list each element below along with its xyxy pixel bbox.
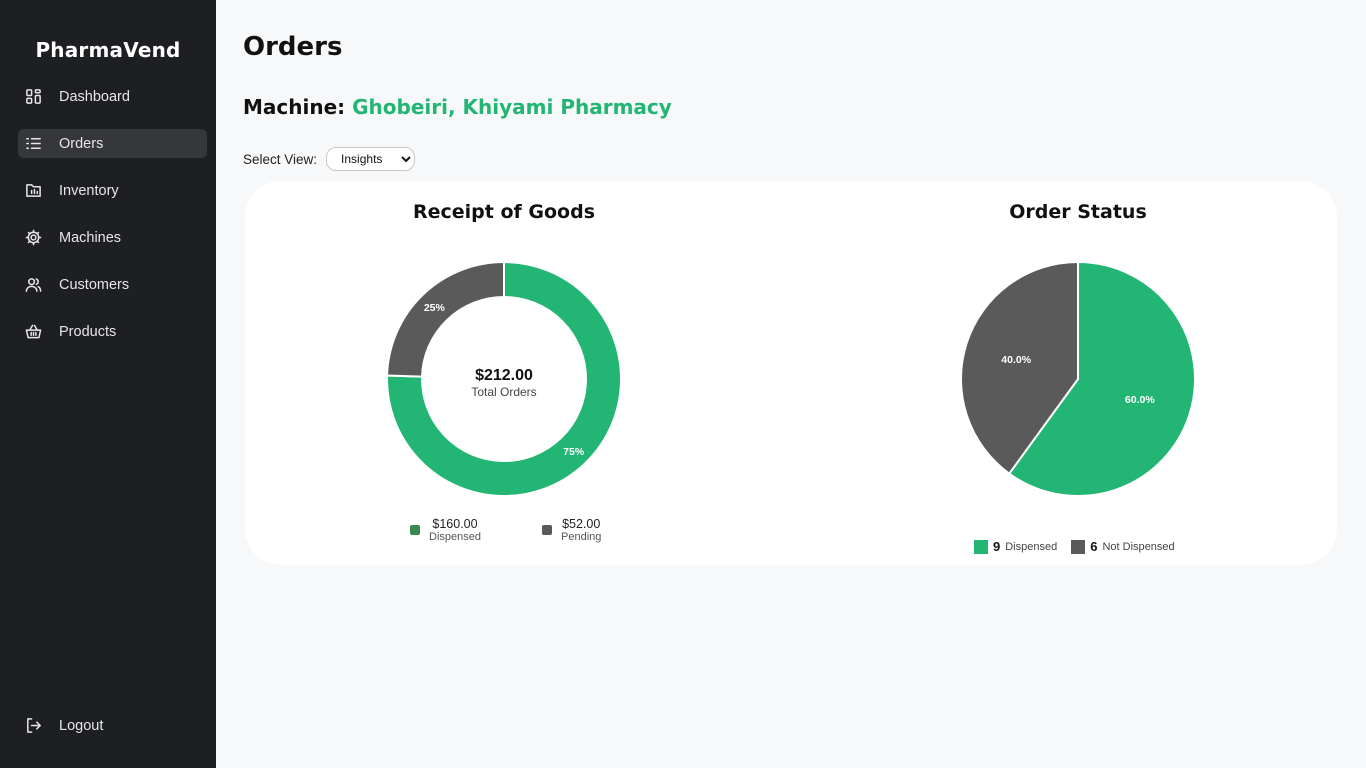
sidebar-item-customers[interactable]: Customers <box>18 270 207 299</box>
slice-label-dispensed: 60.0% <box>1125 394 1155 406</box>
select-view-label: Select View: <box>243 151 318 167</box>
charts-canvas: 75% 25% $212.00Total Orders 60.0% 40.0% <box>386 260 1196 497</box>
machine-prefix: Machine: <box>243 95 346 119</box>
select-view-row: Select View: Insights <box>243 147 416 171</box>
sidebar-item-products[interactable]: Products <box>18 317 207 346</box>
users-icon <box>24 276 42 294</box>
legend-swatch-dispensed <box>410 525 420 535</box>
legend-label-pending: Pending <box>561 531 602 544</box>
sidebar-nav: Dashboard Orders Inventory Machines Cust… <box>18 82 207 364</box>
donut-center-value: $212.00 <box>475 367 533 384</box>
legend-value-pending: $52.00 <box>562 517 601 531</box>
slice-label-not-dispensed: 40.0% <box>1001 354 1031 366</box>
legend-value-dispensed: $160.00 <box>432 517 478 531</box>
page-title: Orders <box>243 32 343 62</box>
legend-count-not-dispensed: 6 <box>1090 539 1098 554</box>
legend-swatch-dispensed <box>974 539 988 554</box>
dashboard-grid-icon <box>24 88 42 106</box>
slice-label-dispensed: 75% <box>563 446 585 458</box>
sidebar-item-inventory[interactable]: Inventory <box>18 176 207 205</box>
sidebar-item-orders[interactable]: Orders <box>18 129 207 158</box>
basket-icon <box>24 323 42 341</box>
inventory-folder-icon <box>24 182 42 200</box>
machine-heading: Machine: Ghobeiri, Khiyami Pharmacy <box>243 95 672 119</box>
order-status-legend: 9 Dispensed 6 Not Dispensed <box>974 539 1189 554</box>
legend-item-not-dispensed: 6 Not Dispensed <box>1071 539 1175 554</box>
main-content: Orders Machine: Ghobeiri, Khiyami Pharma… <box>216 0 1366 768</box>
machine-name: Ghobeiri, Khiyami Pharmacy <box>352 95 672 119</box>
sidebar-item-label: Dashboard <box>59 88 130 105</box>
legend-item-dispensed: 9 Dispensed <box>974 539 1057 554</box>
legend-swatch-not-dispensed <box>1071 539 1086 554</box>
sidebar-item-label: Inventory <box>59 182 119 199</box>
slice-label-pending: 25% <box>424 302 446 314</box>
brand-logo: PharmaVend <box>35 38 181 62</box>
sidebar-item-label: Customers <box>59 276 130 293</box>
logout-button[interactable]: Logout <box>18 711 207 740</box>
sidebar-item-label: Machines <box>59 229 122 246</box>
legend-item-pending: $52.00 Pending <box>542 517 601 544</box>
legend-item-dispensed: $160.00 Dispensed <box>410 517 481 544</box>
legend-label-not-dispensed: Not Dispensed <box>1102 540 1175 553</box>
insights-card: Receipt of Goods Order Status 75% 25% $212… <box>245 181 1337 565</box>
legend-label-dispensed: Dispensed <box>1005 540 1058 553</box>
sidebar-item-machines[interactable]: Machines <box>18 223 207 252</box>
legend-swatch-pending <box>542 525 552 535</box>
sidebar: PharmaVend Dashboard Orders Inventory Ma… <box>0 0 216 768</box>
donut-center-label: Total Orders <box>471 385 536 399</box>
logout-icon <box>24 717 42 735</box>
list-icon <box>24 135 42 153</box>
receipt-legend: $160.00 Dispensed $52.00 Pending <box>409 517 649 551</box>
sidebar-item-dashboard[interactable]: Dashboard <box>18 82 207 111</box>
select-view-dropdown[interactable]: Insights <box>326 147 416 171</box>
slice-pending <box>386 260 505 378</box>
legend-label-dispensed: Dispensed <box>429 531 481 544</box>
sidebar-item-label: Orders <box>59 135 104 152</box>
logout-label: Logout <box>59 717 104 734</box>
legend-count-dispensed: 9 <box>993 539 1001 554</box>
sidebar-item-label: Products <box>59 323 117 340</box>
gear-icon <box>24 229 42 247</box>
